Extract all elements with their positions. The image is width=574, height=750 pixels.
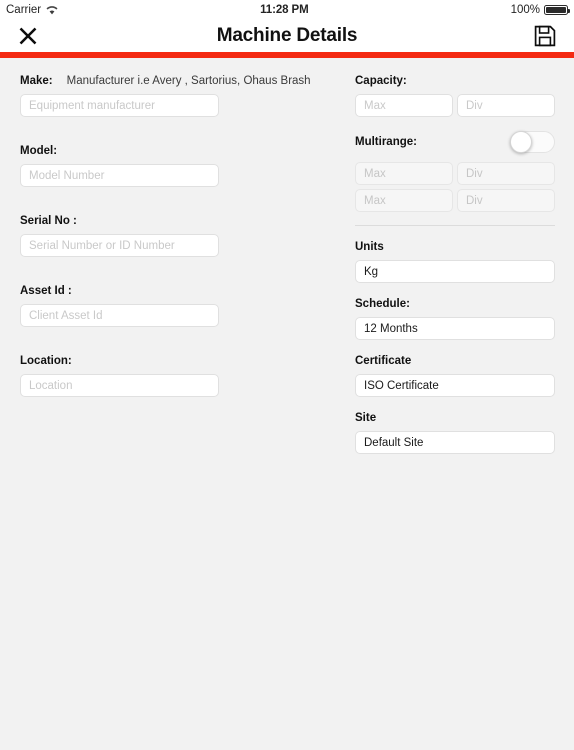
battery-percent-label: 100% bbox=[510, 4, 540, 16]
units-label: Units bbox=[355, 241, 384, 253]
carrier-label: Carrier bbox=[6, 4, 42, 16]
multirange-row-2 bbox=[355, 189, 555, 212]
multirange-2-div-input[interactable] bbox=[457, 189, 555, 212]
form-content: Make: Manufacturer i.e Avery , Sartorius… bbox=[0, 58, 574, 750]
model-label: Model: bbox=[20, 145, 58, 157]
schedule-label: Schedule: bbox=[355, 298, 410, 310]
site-label: Site bbox=[355, 412, 377, 424]
app-screen: Carrier 11:28 PM 100% Machine Details Ma… bbox=[0, 0, 574, 750]
site-input[interactable] bbox=[355, 431, 555, 454]
location-label: Location: bbox=[20, 355, 72, 367]
page-title: Machine Details bbox=[216, 25, 358, 46]
multirange-1-div-input[interactable] bbox=[457, 162, 555, 185]
section-divider bbox=[355, 225, 555, 226]
multirange-2-max-input[interactable] bbox=[355, 189, 453, 212]
units-input[interactable] bbox=[355, 260, 555, 283]
right-column: Capacity: Multirange: Units bbox=[355, 74, 555, 454]
save-button[interactable] bbox=[534, 25, 556, 47]
status-bar-time: 11:28 PM bbox=[260, 4, 309, 16]
asset-id-label: Asset Id : bbox=[20, 285, 72, 297]
multirange-toggle-knob bbox=[510, 131, 532, 153]
model-input[interactable] bbox=[20, 164, 219, 187]
navigation-bar: Machine Details bbox=[0, 20, 574, 52]
serial-no-input[interactable] bbox=[20, 234, 219, 257]
capacity-label: Capacity: bbox=[355, 75, 407, 87]
serial-no-label: Serial No : bbox=[20, 215, 77, 227]
make-hint: Manufacturer i.e Avery , Sartorius, Ohau… bbox=[66, 75, 311, 87]
floppy-disk-save-icon bbox=[534, 25, 556, 47]
left-column: Make: Manufacturer i.e Avery , Sartorius… bbox=[20, 74, 311, 397]
capacity-max-input[interactable] bbox=[355, 94, 453, 117]
status-bar: Carrier 11:28 PM 100% bbox=[0, 0, 574, 20]
schedule-input[interactable] bbox=[355, 317, 555, 340]
certificate-label: Certificate bbox=[355, 355, 412, 367]
make-input[interactable] bbox=[20, 94, 219, 117]
close-x-icon bbox=[19, 27, 37, 45]
capacity-div-input[interactable] bbox=[457, 94, 555, 117]
certificate-input[interactable] bbox=[355, 374, 555, 397]
wifi-icon bbox=[46, 5, 58, 15]
battery-full-icon bbox=[544, 5, 570, 15]
close-button[interactable] bbox=[18, 26, 38, 46]
multirange-1-max-input[interactable] bbox=[355, 162, 453, 185]
status-bar-left: Carrier bbox=[6, 4, 58, 16]
multirange-row: Multirange: bbox=[355, 131, 555, 153]
location-input[interactable] bbox=[20, 374, 219, 397]
capacity-row bbox=[355, 94, 555, 117]
multirange-toggle[interactable] bbox=[510, 131, 555, 153]
make-label: Make: bbox=[20, 75, 53, 87]
asset-id-input[interactable] bbox=[20, 304, 219, 327]
multirange-label: Multirange: bbox=[355, 136, 417, 148]
multirange-row-1 bbox=[355, 162, 555, 185]
make-label-row: Make: Manufacturer i.e Avery , Sartorius… bbox=[20, 74, 311, 88]
status-bar-right: 100% bbox=[510, 4, 570, 16]
